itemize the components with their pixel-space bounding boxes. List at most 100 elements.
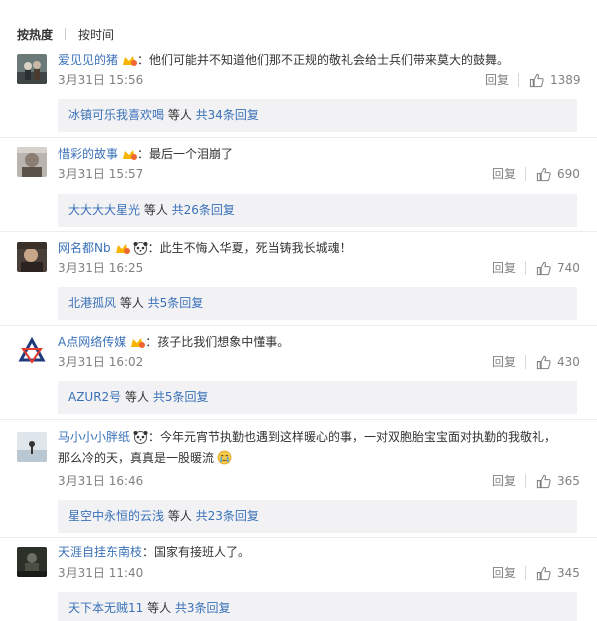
- reply-username[interactable]: 大大大大星光: [68, 203, 140, 217]
- reply-etc-text: 等人: [164, 108, 196, 122]
- vip-badge-icon: [121, 53, 138, 72]
- comment-text: ：今年元宵节执勤也遇到这样暖心的事，一对双胞胎宝宝面对执勤的我敬礼，: [148, 430, 557, 444]
- like-button[interactable]: 430: [536, 354, 580, 370]
- action-divider: [525, 261, 526, 275]
- comment-time: 3月31日 16:25: [58, 261, 144, 275]
- tab-by-time[interactable]: 按时间: [78, 26, 114, 43]
- reply-button[interactable]: 回复: [492, 565, 516, 581]
- reply-button[interactable]: 回复: [492, 354, 516, 370]
- action-divider: [525, 474, 526, 488]
- reply-etc-text: 等人: [121, 390, 153, 404]
- action-divider: [525, 355, 526, 369]
- comment-line: A点网络传媒 ：孩子比我们想象中懂事。: [58, 333, 289, 351]
- comment-username[interactable]: 天涯自挂东南枝: [58, 545, 142, 559]
- comment-text-continued: 那么冷的天，真真是一股暖流: [58, 451, 215, 465]
- reply-count-link[interactable]: 共3条回复: [175, 601, 231, 615]
- avatar[interactable]: [17, 147, 47, 177]
- vip-badge-icon: [129, 335, 146, 354]
- tab-divider: [65, 28, 67, 40]
- tab-by-popularity[interactable]: 按热度: [17, 26, 53, 43]
- avatar[interactable]: [17, 336, 47, 366]
- comment-line-2: 那么冷的天，真真是一股暖流: [58, 450, 232, 466]
- comment-item: A点网络传媒 ：孩子比我们想象中懂事。 3月31日 16:02 回复 430 AZ…: [0, 325, 597, 414]
- reply-summary[interactable]: 冰镇可乐我喜欢喝 等人 共34条回复: [58, 99, 577, 132]
- reply-count-link[interactable]: 共34条回复: [196, 108, 259, 122]
- comment-time: 3月31日 15:57: [58, 167, 144, 181]
- like-button[interactable]: 740: [536, 260, 580, 276]
- reply-summary[interactable]: 星空中永恒的云浅 等人 共23条回复: [58, 500, 577, 533]
- reply-username[interactable]: 冰镇可乐我喜欢喝: [68, 108, 164, 122]
- reply-etc-text: 等人: [116, 296, 148, 310]
- thumbs-up-icon: [536, 474, 551, 488]
- like-count: 740: [557, 261, 580, 275]
- thumbs-up-icon: [536, 167, 551, 181]
- comment-username[interactable]: 网名都Nb: [58, 241, 111, 255]
- reply-summary[interactable]: 天下本无贼11 等人 共3条回复: [58, 592, 577, 621]
- reply-summary[interactable]: AZUR2号 等人 共5条回复: [58, 381, 577, 414]
- reply-username[interactable]: 北港孤风: [68, 296, 116, 310]
- reply-count-link[interactable]: 共5条回复: [153, 390, 209, 404]
- like-count: 345: [557, 566, 580, 580]
- comment-text: ：孩子比我们想象中懂事。: [145, 335, 290, 349]
- comment-item: 惜彩的故事 ：最后一个泪崩了 3月31日 15:57 回复 690 大大大大星光 …: [0, 137, 597, 227]
- comment-item: 天涯自挂东南枝：国家有接班人了。 3月31日 11:40 回复 345 天下本无…: [0, 537, 597, 621]
- avatar[interactable]: [17, 242, 47, 272]
- vip-badge-icon: [114, 241, 130, 260]
- reply-button[interactable]: 回复: [492, 260, 516, 276]
- panda-icon: [133, 430, 148, 449]
- comment-time: 3月31日 16:46: [58, 474, 144, 488]
- reply-count-link[interactable]: 共5条回复: [148, 296, 204, 310]
- comment-username[interactable]: 爱见见的猪: [58, 53, 118, 67]
- action-divider: [525, 167, 526, 181]
- action-divider: [525, 566, 526, 580]
- like-count: 365: [557, 474, 580, 488]
- vip-badge-icon: [121, 147, 138, 166]
- comment-line: 惜彩的故事 ：最后一个泪崩了: [58, 145, 233, 163]
- comment-item: 网名都Nb ：此生不悔入华夏，死当铸我长城魂！ 3月31日 16:25 回复 74…: [0, 231, 597, 320]
- reply-button[interactable]: 回复: [492, 473, 516, 489]
- comment-line: 爱见见的猪 ：他们可能并不知道他们那不正规的敬礼会给士兵们带来莫大的鼓舞。: [58, 51, 509, 69]
- comment-text: ：他们可能并不知道他们那不正规的敬礼会给士兵们带来莫大的鼓舞。: [137, 53, 510, 67]
- comment-username[interactable]: 惜彩的故事: [58, 147, 118, 161]
- reply-username[interactable]: 星空中永恒的云浅: [68, 509, 164, 523]
- comment-time: 3月31日 15:56: [58, 73, 144, 87]
- like-count: 430: [557, 355, 580, 369]
- reply-button[interactable]: 回复: [485, 72, 509, 88]
- comment-username[interactable]: A点网络传媒: [58, 335, 126, 349]
- panda-icon: [133, 241, 148, 260]
- reply-etc-text: 等人: [143, 601, 175, 615]
- avatar[interactable]: [17, 54, 47, 84]
- sort-tabs: 按热度 按时间: [17, 25, 114, 43]
- comment-time: 3月31日 11:40: [58, 566, 144, 580]
- reply-etc-text: 等人: [164, 509, 196, 523]
- action-divider: [518, 73, 519, 87]
- like-count: 690: [557, 167, 580, 181]
- like-count: 1389: [550, 73, 581, 87]
- reply-etc-text: 等人: [140, 203, 172, 217]
- reply-button[interactable]: 回复: [492, 166, 516, 182]
- comment-text: ：最后一个泪崩了: [137, 147, 234, 161]
- comment-time: 3月31日 16:02: [58, 355, 144, 369]
- reply-username[interactable]: 天下本无贼11: [68, 601, 143, 615]
- comment-item: 马小小小胖纸 ：今年元宵节执勤也遇到这样暖心的事，一对双胞胎宝宝面对执勤的我敬礼，…: [0, 419, 597, 533]
- comment-line: 网名都Nb ：此生不悔入华夏，死当铸我长城魂！: [58, 239, 352, 257]
- like-button[interactable]: 345: [536, 565, 580, 581]
- avatar[interactable]: [17, 547, 47, 577]
- comment-username[interactable]: 马小小小胖纸: [58, 430, 130, 444]
- avatar[interactable]: [17, 432, 47, 462]
- like-button[interactable]: 365: [536, 473, 580, 489]
- like-button[interactable]: 1389: [529, 72, 581, 88]
- reply-count-link[interactable]: 共23条回复: [196, 509, 259, 523]
- reply-username[interactable]: AZUR2号: [68, 390, 121, 404]
- comment-text: ：国家有接班人了。: [142, 545, 251, 559]
- comment-line: 马小小小胖纸 ：今年元宵节执勤也遇到这样暖心的事，一对双胞胎宝宝面对执勤的我敬礼，: [58, 428, 556, 446]
- reply-summary[interactable]: 北港孤风 等人 共5条回复: [58, 287, 577, 320]
- reply-summary[interactable]: 大大大大星光 等人 共26条回复: [58, 194, 577, 227]
- thumbs-up-icon: [536, 566, 551, 580]
- thumbs-up-icon: [536, 355, 551, 369]
- crying-emoji-icon: [217, 450, 232, 469]
- like-button[interactable]: 690: [536, 166, 580, 182]
- comment-text: ：此生不悔入华夏，死当铸我长城魂！: [147, 241, 352, 255]
- reply-count-link[interactable]: 共26条回复: [172, 203, 235, 217]
- thumbs-up-icon: [529, 73, 544, 87]
